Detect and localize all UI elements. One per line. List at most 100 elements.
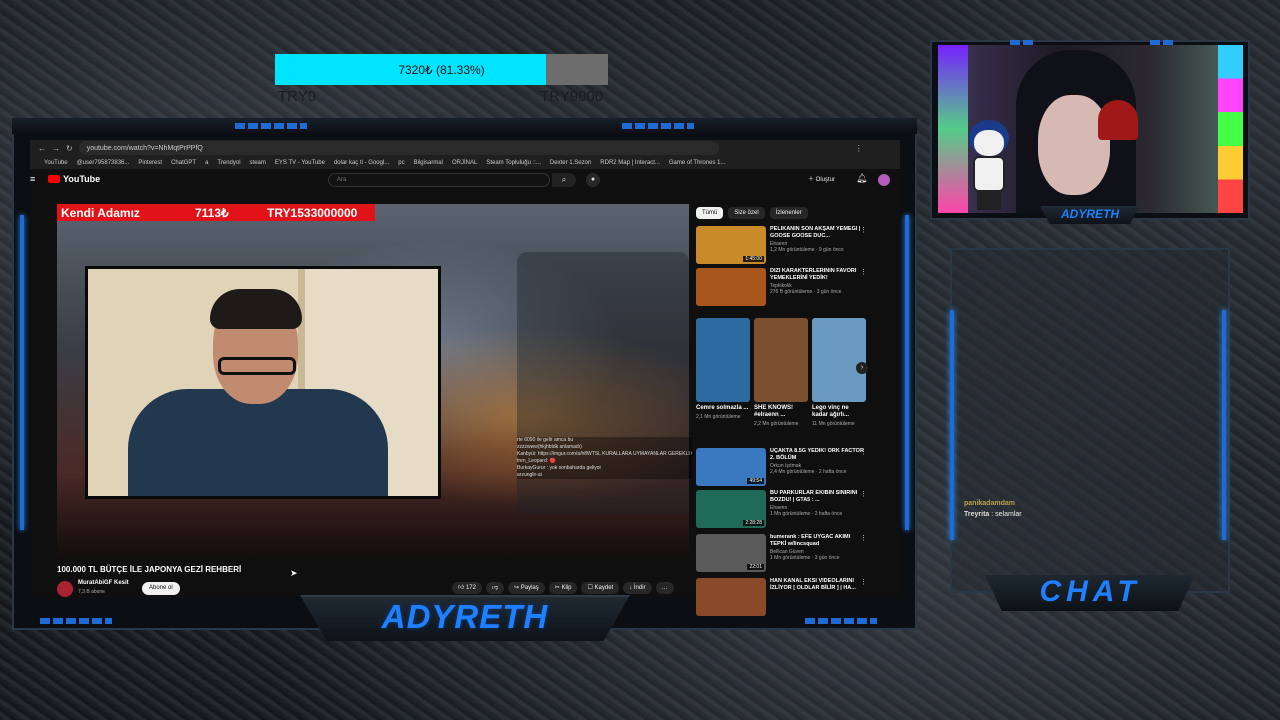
video-title[interactable]: HAN KANAL EKSİ VİDEOLARINI İZLİYOR [ OLD… — [770, 578, 866, 591]
bookmark-item[interactable]: Steam Topluluğu ::... — [486, 160, 541, 166]
back-icon[interactable]: ← — [38, 144, 46, 153]
bookmark-item[interactable]: ORJİNAL — [452, 160, 477, 166]
more-options-icon[interactable]: ⋮ — [860, 534, 867, 542]
share-button[interactable]: ↪ Paylaş — [508, 582, 545, 594]
short-item[interactable]: SHE KNOWS! #elraenn ... 2,2 Mn görüntülem… — [754, 318, 808, 427]
bookmark-item[interactable]: EYS TV - YouTube — [275, 160, 325, 166]
create-button[interactable]: ＋ Oluştur — [808, 174, 835, 183]
short-title[interactable]: Lego vinç ne kadar ağırlı... — [812, 405, 866, 419]
menu-icon[interactable]: ≡ — [30, 174, 35, 184]
donation-overlay: Kendi Adamız 7113₺ TRY1533000000 — [57, 204, 375, 221]
extensions-icon[interactable]: ⋮ — [855, 144, 863, 153]
more-options-icon[interactable]: ⋮ — [860, 226, 867, 234]
frame-side-glow — [20, 215, 24, 530]
video-title[interactable]: BU PARKURLAR EKİBİN SİNİRİNİ BOZDU! | GT… — [770, 490, 866, 503]
video-thumbnail[interactable] — [696, 578, 766, 616]
save-button[interactable]: ☐ Kaydet — [581, 582, 620, 594]
bookmark-item[interactable]: YouTube — [44, 160, 68, 166]
short-thumbnail[interactable] — [812, 318, 866, 402]
bookmark-item[interactable]: steam — [250, 160, 266, 166]
filter-chip[interactable]: Tümü — [696, 207, 724, 219]
chat-messages: panikadamdam Treyrita : selamlar — [964, 498, 1022, 520]
bell-icon[interactable]: 🔔︎ — [856, 173, 867, 184]
search-input[interactable]: Ara — [328, 173, 550, 187]
short-item[interactable]: Cemre solmazla ... 2,1 Mn görüntüleme — [696, 318, 750, 427]
recommendation-item[interactable]: 2:28:28 BU PARKURLAR EKİBİN SİNİRİNİ BOZD… — [696, 490, 867, 528]
stream-layout: Yeni kulaklık hedefi 7320₺ (81.33%) TRY0… — [0, 0, 1280, 720]
dislike-button[interactable]: 👎︎ — [485, 582, 505, 594]
subscribe-button[interactable]: Abone ol — [142, 582, 180, 595]
goal-label: Yeni kulaklık hedefi — [385, 40, 479, 52]
chat-message: Treyrita : selamlar — [964, 509, 1022, 520]
mic-icon[interactable]: ● — [586, 173, 600, 187]
bookmark-item[interactable]: Pinterest — [138, 160, 162, 166]
frame-accent — [622, 123, 694, 129]
short-thumbnail[interactable] — [754, 318, 808, 402]
youtube-play-icon — [48, 175, 60, 183]
chat-side-glow — [1222, 310, 1226, 540]
bookmark-item[interactable]: RDR2 Map | Interact... — [600, 160, 660, 166]
bookmark-item[interactable]: pc — [398, 160, 404, 166]
video-duration: 22:01 — [747, 564, 764, 570]
frame-accent — [40, 618, 112, 624]
youtube-header: ≡ YouTube Ara ⌕ ● ＋ Oluştur 🔔︎ — [30, 169, 900, 191]
recommendation-item[interactable]: 22:01 bumerank : EFE UYGAC AKIMI TEPKİ w/… — [696, 534, 867, 572]
video-thumbnail[interactable] — [696, 268, 766, 306]
chat-title: CHAT — [1039, 575, 1141, 608]
more-options-icon[interactable]: ⋮ — [860, 490, 867, 498]
chat-username: Treyrita — [964, 511, 990, 518]
recommendation-item[interactable]: DİZİ KARAKTERLERİNİN FAVORİ YEMEKLERİNİ … — [696, 268, 867, 306]
video-thumbnail[interactable]: 22:01 — [696, 534, 766, 572]
video-title[interactable]: bumerank : EFE UYGAC AKIMI TEPKİ w/lincs… — [770, 534, 866, 547]
bookmark-item[interactable]: Bilgisarmal — [414, 160, 443, 166]
overlay-chat-line: tren_Leopard: 🔴 — [517, 458, 556, 464]
channel-avatar[interactable] — [57, 581, 73, 597]
bookmark-item[interactable]: dolar kaç tl - Googl... — [334, 160, 389, 166]
video-thumbnail[interactable]: 1:45:00 — [696, 226, 766, 264]
short-title[interactable]: SHE KNOWS! #elraenn ... — [754, 405, 808, 419]
like-button[interactable]: 👍︎ 172 — [452, 582, 482, 594]
recommendation-item[interactable]: HAN KANAL EKSİ VİDEOLARINI İZLİYOR [ OLD… — [696, 578, 867, 616]
goal-max: TRY9000 — [540, 88, 604, 105]
more-options-icon[interactable]: ⋮ — [860, 578, 867, 586]
bookmark-item[interactable]: ChatGPT — [171, 160, 196, 166]
shorts-next-icon[interactable]: › — [856, 362, 868, 374]
goal-progress-text: 7320₺ (81.33%) — [398, 62, 485, 77]
chibi-avatar — [965, 120, 1013, 212]
channel-name[interactable]: MuratAbiGF Kesit — [78, 580, 129, 586]
bookmark-item[interactable]: a — [205, 160, 208, 166]
short-title[interactable]: Cemre solmazla ... — [696, 405, 750, 412]
video-title[interactable]: UÇAKTA 8.5G YEDİK! ORK FACTOR 2. BÖLÜM — [770, 448, 866, 461]
video-views: 276 B görüntüleme · 3 gün önce — [770, 289, 842, 295]
more-options-icon[interactable]: ⋮ — [860, 448, 867, 456]
recommendation-item[interactable]: 1:45:00 PELİKANIN SON AKŞAM YEMEĞİ | GOOS… — [696, 226, 867, 264]
more-button[interactable]: … — [655, 582, 674, 594]
filter-chip[interactable]: İzlenenler — [769, 207, 808, 219]
video-duration: 49:54 — [747, 478, 764, 484]
recommendation-item[interactable]: 49:54 UÇAKTA 8.5G YEDİK! ORK FACTOR 2. BÖ… — [696, 448, 867, 486]
reload-icon[interactable]: ↻ — [66, 144, 73, 153]
filter-chip[interactable]: Size özel — [728, 207, 765, 219]
forward-icon[interactable]: → — [52, 144, 60, 153]
url-field[interactable]: youtube.com/watch?v=NhMqtPrPPfQ — [78, 141, 719, 155]
bookmark-item[interactable]: Game of Thrones 1... — [669, 160, 726, 166]
search-icon[interactable]: ⌕ — [552, 173, 576, 187]
bookmark-item[interactable]: Trendyol — [217, 160, 240, 166]
cam-person-body — [128, 389, 388, 496]
chat-username: panikadamdam — [964, 500, 1015, 507]
bookmark-item[interactable]: @user795873836... — [77, 160, 130, 166]
bookmarks-bar: YouTube @user795873836... Pinterest ChatGPT… — [30, 156, 900, 169]
video-chat-overlay: rte 6090 ile gelir amca bu zzzzwww(hkjhbt… — [517, 437, 692, 479]
short-thumbnail[interactable] — [696, 318, 750, 402]
more-options-icon[interactable]: ⋮ — [860, 268, 867, 276]
video-title[interactable]: PELİKANIN SON AKŞAM YEMEĞİ | GOOSE GOOSE… — [770, 226, 866, 239]
bookmark-item[interactable]: Dexter 1.Sezon — [550, 160, 591, 166]
video-duration: 1:45:00 — [743, 256, 764, 262]
clip-button[interactable]: ✂ Klip — [548, 582, 578, 594]
video-title[interactable]: DİZİ KARAKTERLERİNİN FAVORİ YEMEKLERİNİ … — [770, 268, 866, 281]
youtube-logo[interactable]: YouTube — [48, 174, 100, 184]
account-avatar[interactable] — [878, 174, 890, 186]
download-button[interactable]: ↓ İndir — [623, 582, 652, 594]
video-thumbnail[interactable]: 2:28:28 — [696, 490, 766, 528]
video-thumbnail[interactable]: 49:54 — [696, 448, 766, 486]
